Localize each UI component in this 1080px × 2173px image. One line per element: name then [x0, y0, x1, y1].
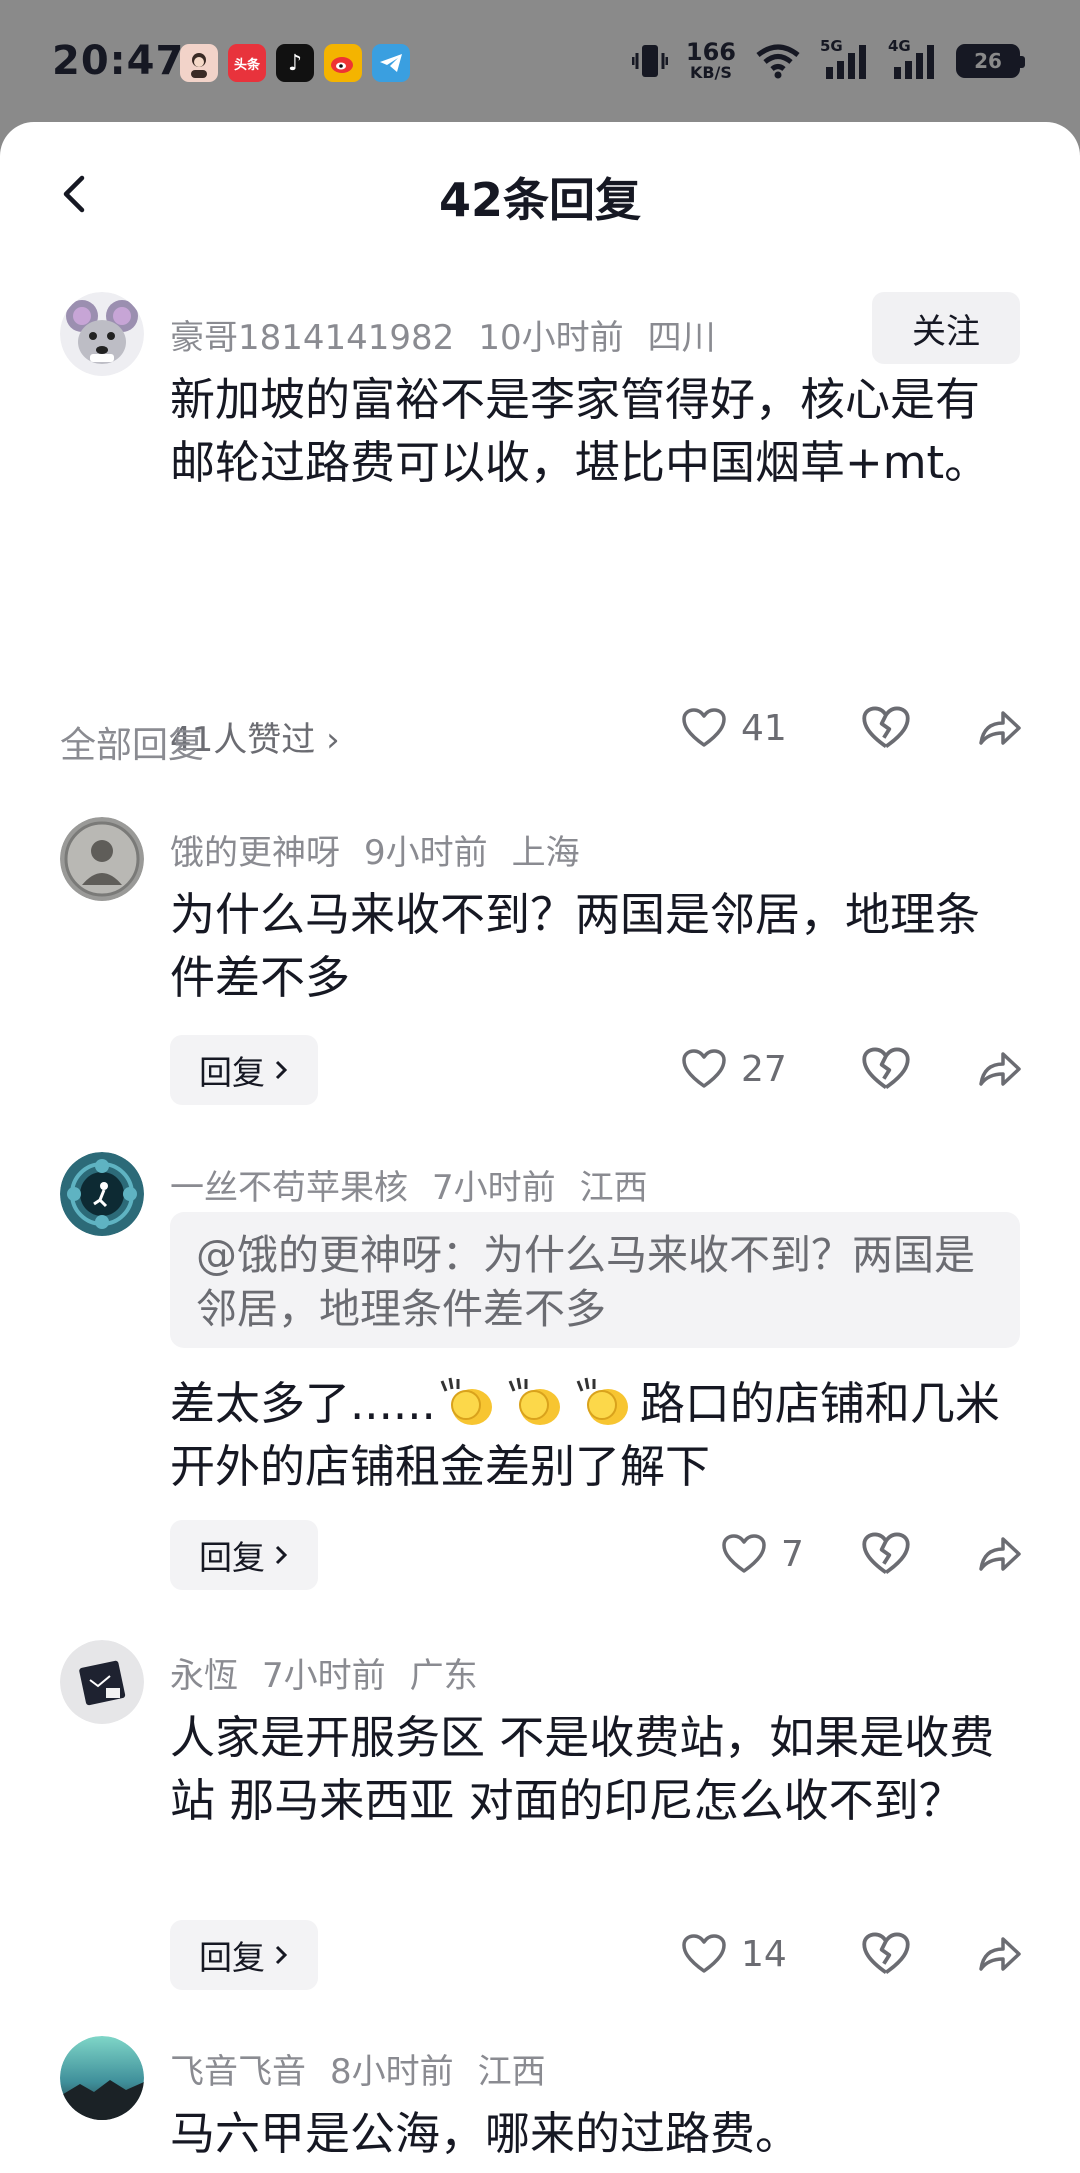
like-button[interactable]: 7: [721, 1533, 831, 1575]
comment-actions: 7: [721, 1529, 1025, 1579]
avatar[interactable]: [60, 1152, 144, 1236]
share-arrow-icon[interactable]: [975, 1929, 1025, 1979]
quoted-comment[interactable]: @饿的更神呀：为什么马来收不到？两国是邻居，地理条件差不多: [170, 1212, 1020, 1348]
notification-app-icons: 头条 ♪: [180, 44, 410, 82]
comment-meta: 永恆 7小时前 广东: [170, 1648, 502, 1697]
comment-location: 四川: [647, 318, 716, 358]
comment-location: 广东: [409, 1656, 478, 1696]
heart-icon: [722, 1534, 766, 1573]
like-count: 41: [741, 707, 787, 749]
comment-actions: 14: [681, 1929, 1025, 1979]
avatar[interactable]: [60, 2036, 144, 2120]
chevron-right-icon: [275, 1545, 288, 1565]
telegram-icon: [372, 44, 410, 82]
heart-icon: [682, 708, 726, 747]
reply-button[interactable]: 回复: [170, 1520, 318, 1590]
reply-label: 回复: [199, 1053, 265, 1092]
comment-time: 7小时前: [432, 1168, 556, 1208]
like-button[interactable]: 41: [681, 707, 831, 749]
reply-button[interactable]: 回复: [170, 1920, 318, 1990]
comment-text: 马六甲是公海，哪来的过路费。: [170, 2107, 801, 2160]
signal-5g-icon: 5G: [820, 37, 870, 81]
username[interactable]: 飞音飞音: [170, 2052, 306, 2092]
comment-meta: 飞音飞音 8小时前 江西: [170, 2044, 570, 2093]
weibo-icon: [324, 44, 362, 82]
wifi-icon: [756, 44, 800, 78]
broken-heart-icon[interactable]: [861, 1044, 911, 1094]
comment-actions: 41: [681, 703, 1025, 753]
comment-time: 10小时前: [478, 318, 624, 358]
status-bar: 20:47 头条 ♪ 166 KB/S 5G 4G 26: [0, 0, 1080, 130]
username[interactable]: 永恆: [170, 1656, 238, 1696]
reply-label: 回复: [199, 1938, 265, 1977]
clap-emoji-icon: [440, 1377, 492, 1425]
comment-location: 上海: [511, 833, 580, 873]
username[interactable]: 一丝不苟苹果核: [170, 1168, 408, 1208]
comment-text: 新加坡的富裕不是李家管得好，核心是有邮轮过路费可以收，堪比中国烟草+mt。: [170, 373, 990, 489]
reply-label: 回复: [199, 1538, 265, 1577]
like-count: 27: [741, 1048, 787, 1090]
avatar[interactable]: [60, 817, 144, 901]
broken-heart-icon[interactable]: [861, 703, 911, 753]
network-speed: 166 KB/S: [685, 38, 736, 82]
comment-text-part: 差太多了......: [170, 1377, 436, 1430]
vibrate-icon: [631, 44, 668, 77]
page-title: 42条回复: [438, 173, 641, 227]
clap-emoji-icon: [576, 1377, 628, 1425]
comment-text: 人家是开服务区 不是收费站，如果是收费站 那马来西亚 对面的印尼怎么收不到？: [170, 1711, 995, 1827]
comment-meta: 饿的更神呀 9小时前 上海: [170, 825, 604, 874]
status-time: 20:47: [52, 38, 185, 84]
clap-emoji-icon: [508, 1377, 560, 1425]
broken-heart-icon[interactable]: [861, 1529, 911, 1579]
comment-time: 9小时前: [364, 833, 488, 873]
share-arrow-icon[interactable]: [975, 703, 1025, 753]
battery-indicator: 26: [956, 43, 1025, 78]
like-button[interactable]: 27: [681, 1048, 831, 1090]
comment-location: 江西: [579, 1168, 648, 1208]
comment-actions: 27: [681, 1044, 1025, 1094]
comment-location: 江西: [477, 2052, 546, 2092]
avatar[interactable]: [60, 1640, 144, 1724]
reply-button[interactable]: 回复: [170, 1035, 318, 1105]
comment-time: 8小时前: [330, 2052, 454, 2092]
share-arrow-icon[interactable]: [975, 1044, 1025, 1094]
heart-icon: [682, 1934, 726, 1973]
chevron-right-icon: [275, 1945, 288, 1965]
heart-icon: [682, 1049, 726, 1088]
sheet-header: 42条回复: [0, 122, 1080, 272]
comment-text: 差太多了...... 路口的店铺和几米开外的店铺租金差别了解下: [170, 1372, 1010, 1498]
toutiao-icon: 头条: [228, 44, 266, 82]
comment-text: 为什么马来收不到？两国是邻居，地理条件差不多: [170, 888, 981, 1004]
avatar[interactable]: [60, 292, 144, 376]
replies-sheet: 42条回复 豪哥1814141982 10小时前 四川 关注 新加坡的富裕不是李家管…: [0, 122, 1080, 2173]
section-label-all-replies: 全部回复: [60, 725, 205, 766]
like-button[interactable]: 14: [681, 1933, 831, 1975]
username[interactable]: 饿的更神呀: [170, 833, 340, 873]
tiktok-icon: ♪: [276, 44, 314, 82]
like-count: 7: [781, 1533, 804, 1575]
comment-meta: 豪哥1814141982 10小时前 四川: [170, 310, 740, 359]
system-status-icons: 166 KB/S 5G 4G 26: [631, 37, 1025, 82]
username[interactable]: 豪哥1814141982: [170, 318, 454, 358]
share-arrow-icon[interactable]: [975, 1529, 1025, 1579]
broken-heart-icon[interactable]: [861, 1929, 911, 1979]
comment-meta: 一丝不苟苹果核 7小时前 江西: [170, 1160, 672, 1209]
avatar-app-icon: [180, 44, 218, 82]
comment-time: 7小时前: [262, 1656, 386, 1696]
chevron-right-icon: [275, 1060, 288, 1080]
like-count: 14: [741, 1933, 787, 1975]
follow-button[interactable]: 关注: [872, 292, 1020, 364]
signal-4g-icon: 4G: [888, 37, 938, 81]
